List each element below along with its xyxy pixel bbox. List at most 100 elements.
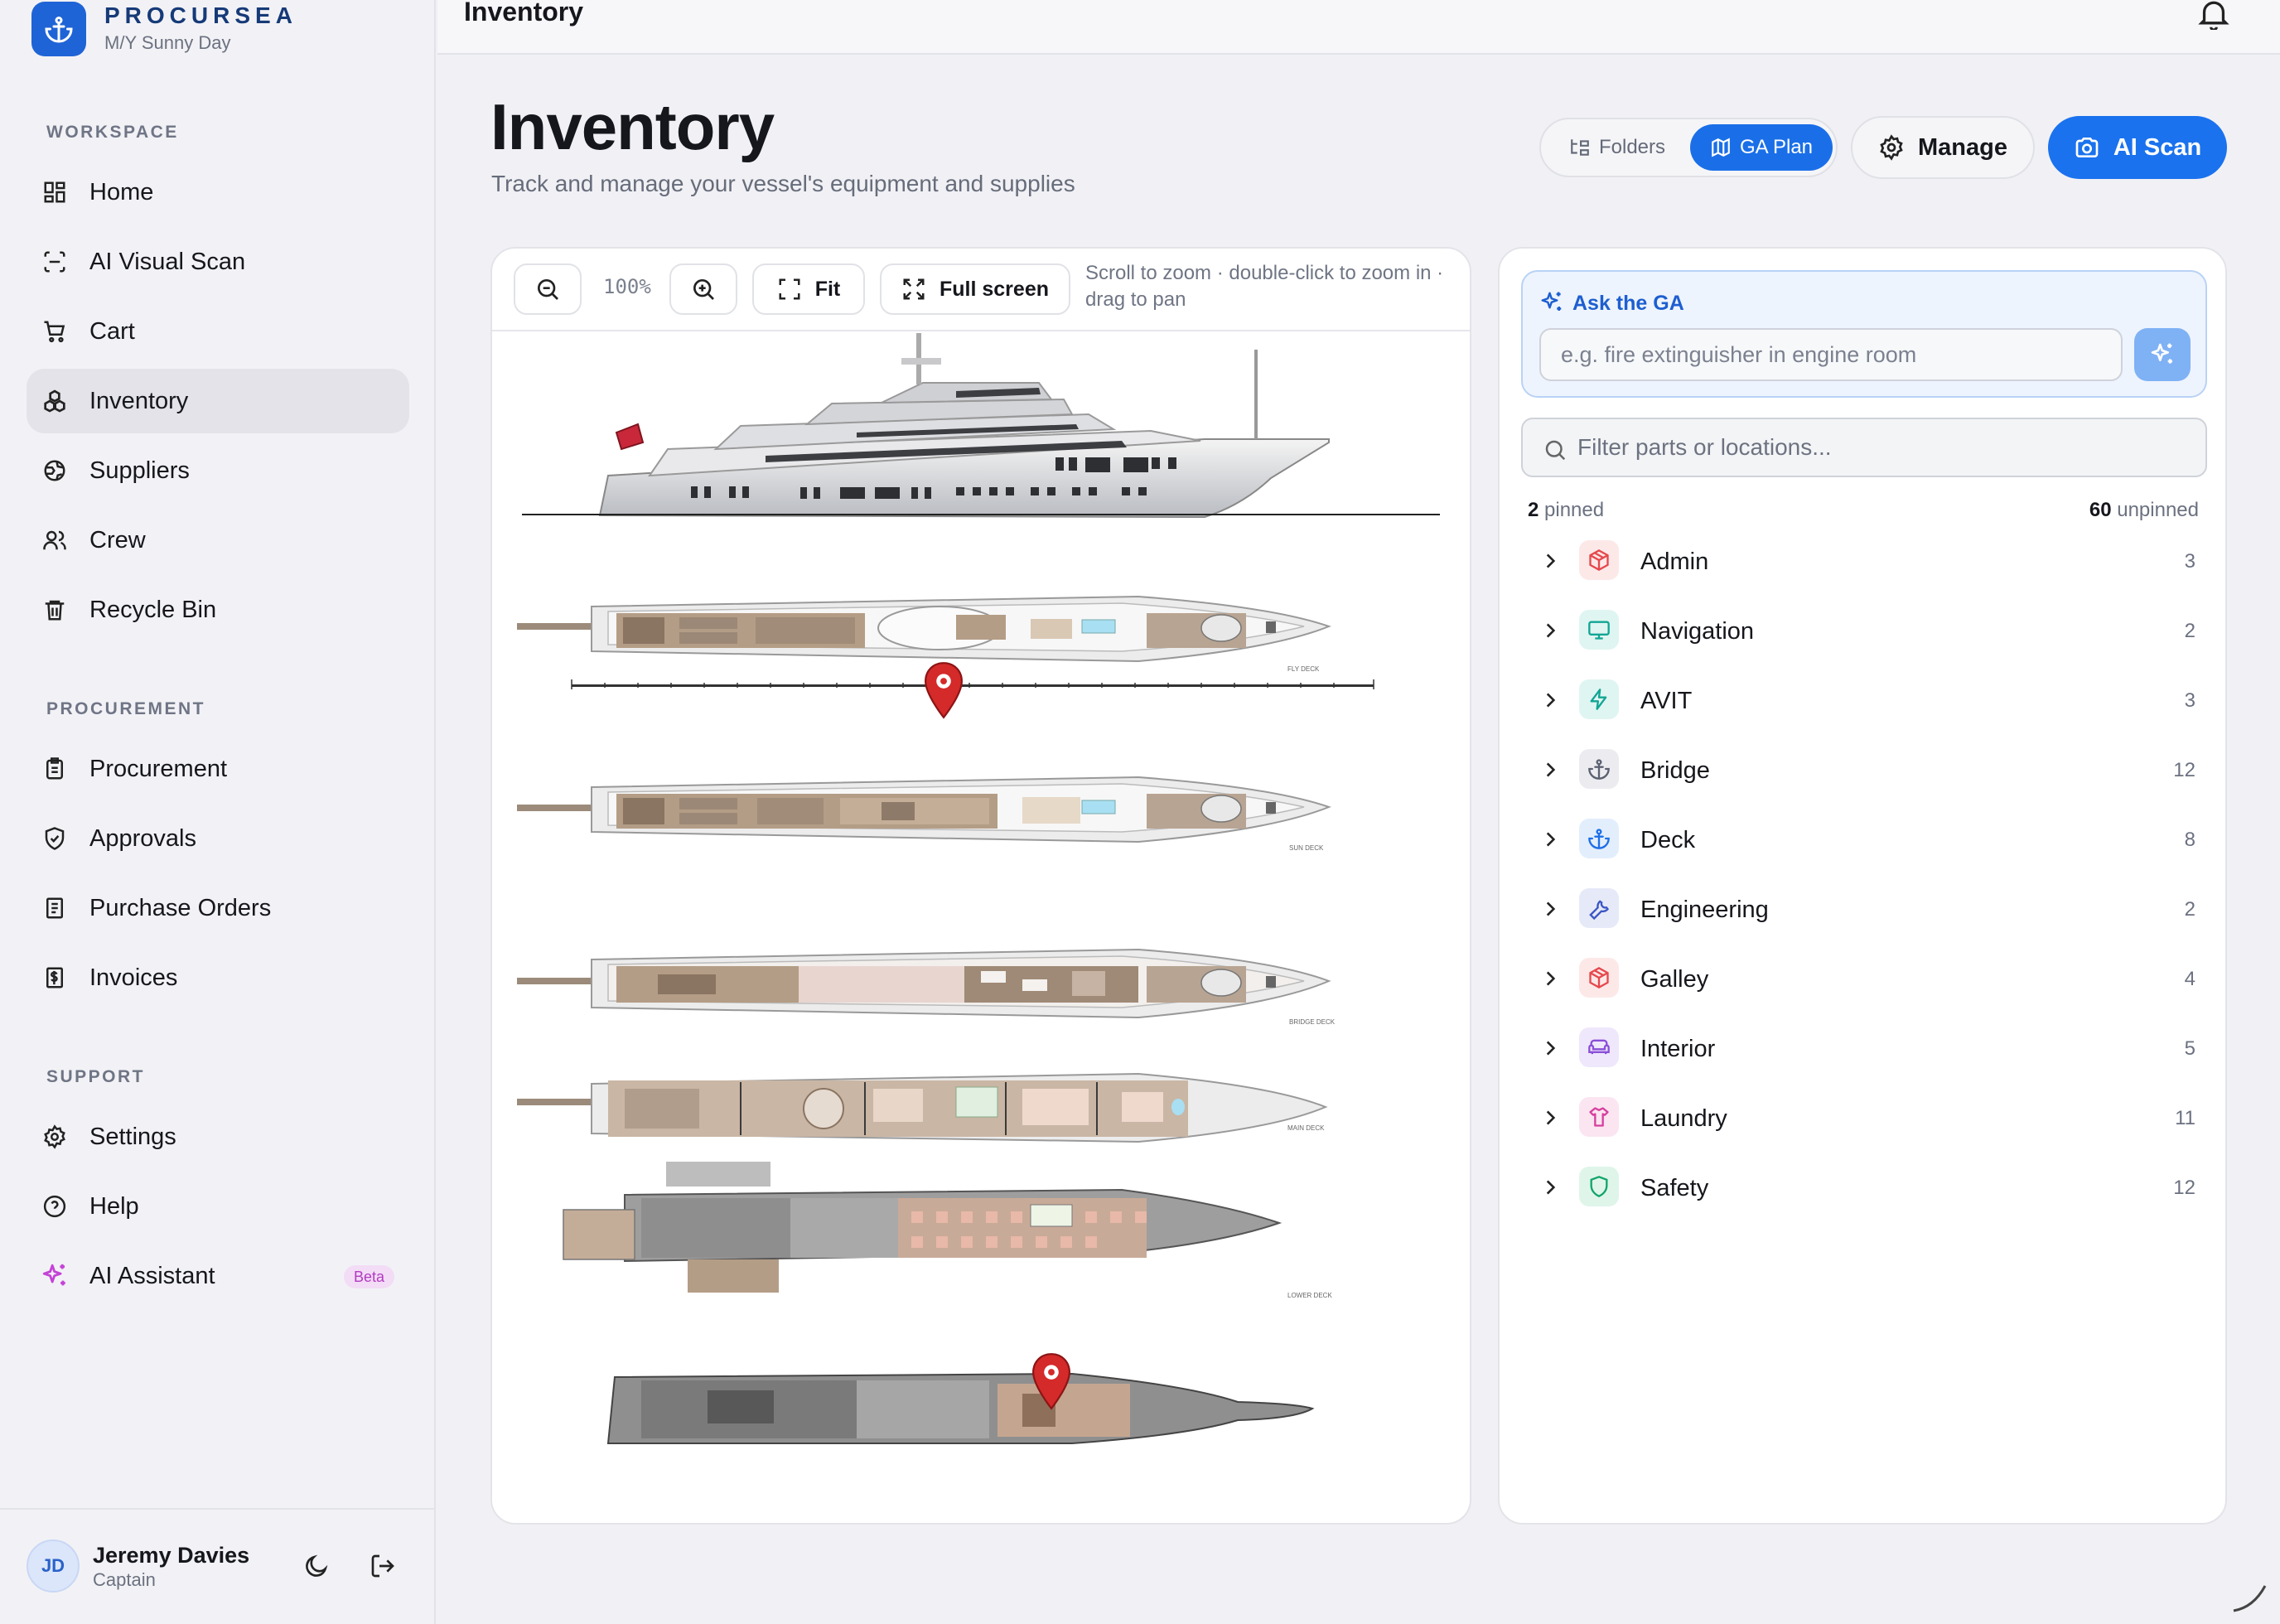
sidebar-item-home[interactable]: Home bbox=[27, 160, 409, 225]
beta-badge: Beta bbox=[343, 1265, 394, 1288]
category-row-safety[interactable]: Safety 12 bbox=[1521, 1153, 2207, 1223]
sidebar-item-approvals[interactable]: Approvals bbox=[27, 806, 409, 871]
category-name: AVIT bbox=[1640, 688, 1693, 714]
topbar: Inventory bbox=[437, 0, 2280, 55]
category-row-interior[interactable]: Interior 5 bbox=[1521, 1014, 2207, 1084]
ga-plan-canvas[interactable]: FLY DECK SUN DECK BRIDGE DECK MAIN DECK … bbox=[492, 333, 1470, 1523]
sidebar-item-ai-visual-scan[interactable]: AI Visual Scan bbox=[27, 230, 409, 294]
category-row-bridge[interactable]: Bridge 12 bbox=[1521, 736, 2207, 805]
sidebar-item-cart[interactable]: Cart bbox=[27, 299, 409, 364]
tab-ga-plan[interactable]: GA Plan bbox=[1690, 124, 1833, 171]
fit-button[interactable]: Fit bbox=[752, 263, 865, 315]
sidebar-item-label: AI Assistant bbox=[89, 1262, 215, 1289]
logout-icon[interactable] bbox=[366, 1549, 399, 1583]
camera-icon bbox=[2075, 138, 2099, 157]
sparkle-icon bbox=[40, 1261, 70, 1291]
zoom-in-icon bbox=[693, 279, 714, 300]
sidebar-item-suppliers[interactable]: Suppliers bbox=[27, 438, 409, 503]
category-row-admin[interactable]: Admin 3 bbox=[1521, 527, 2207, 597]
sidebar-item-label: Help bbox=[89, 1192, 139, 1220]
chevron-right-icon[interactable] bbox=[1539, 759, 1561, 781]
ask-input[interactable] bbox=[1539, 328, 2123, 381]
scale-bar bbox=[571, 679, 1374, 689]
anchor-icon bbox=[1579, 749, 1619, 789]
zoom-out-button[interactable] bbox=[514, 263, 582, 315]
user-role: Captain bbox=[93, 1569, 156, 1590]
avatar[interactable]: JD bbox=[27, 1539, 80, 1593]
category-row-engineering[interactable]: Engineering 2 bbox=[1521, 875, 2207, 945]
map-toolbar: 100% Fit Full screen Scroll to zoom · do… bbox=[492, 249, 1470, 331]
zoom-out-icon bbox=[538, 279, 558, 300]
filter-input[interactable] bbox=[1577, 419, 2191, 476]
location-pin[interactable] bbox=[921, 661, 966, 719]
chevron-right-icon[interactable] bbox=[1539, 550, 1561, 572]
sidebar-item-label: Purchase Orders bbox=[89, 894, 272, 921]
sidebar-item-invoices[interactable]: Invoices bbox=[27, 945, 409, 1010]
location-pin[interactable] bbox=[1029, 1352, 1074, 1410]
sidebar-item-inventory[interactable]: Inventory bbox=[27, 369, 409, 433]
category-row-laundry[interactable]: Laundry 11 bbox=[1521, 1084, 2207, 1153]
category-count: 4 bbox=[2184, 968, 2195, 990]
ask-the-ga: Ask the GA bbox=[1521, 270, 2207, 398]
brand[interactable]: PROCURSEA M/Y Sunny Day bbox=[31, 0, 297, 56]
sidebar-item-procurement[interactable]: Procurement bbox=[27, 737, 409, 801]
ai-scan-label: AI Scan bbox=[2113, 133, 2202, 161]
bell-icon[interactable] bbox=[2197, 0, 2234, 33]
fly-deck-plan bbox=[517, 595, 1331, 663]
lower-deck-plan bbox=[563, 1162, 1282, 1293]
sidebar-item-purchase-orders[interactable]: Purchase Orders bbox=[27, 876, 409, 940]
deck-label: SUN DECK bbox=[1289, 844, 1324, 852]
chevron-right-icon[interactable] bbox=[1539, 1107, 1561, 1129]
sidebar-item-label: Crew bbox=[89, 526, 146, 553]
view-toggle: Folders GA Plan bbox=[1539, 118, 1838, 177]
pinned-label: pinned bbox=[1544, 499, 1605, 521]
sidebar-item-help[interactable]: Help bbox=[27, 1174, 409, 1239]
sun-deck-plan bbox=[517, 776, 1331, 843]
ai-scan-button[interactable]: AI Scan bbox=[2048, 116, 2227, 179]
zoom-in-button[interactable] bbox=[669, 263, 737, 315]
category-count: 11 bbox=[2175, 1107, 2195, 1129]
manage-button[interactable]: Manage bbox=[1851, 116, 2035, 179]
chevron-right-icon[interactable] bbox=[1539, 620, 1561, 641]
scan-icon bbox=[40, 247, 70, 277]
deck-label: LOWER DECK bbox=[1287, 1292, 1332, 1299]
category-row-galley[interactable]: Galley 4 bbox=[1521, 945, 2207, 1014]
vessel-name: M/Y Sunny Day bbox=[104, 32, 231, 53]
moon-icon[interactable] bbox=[300, 1549, 333, 1583]
ask-submit-button[interactable] bbox=[2134, 328, 2191, 381]
category-count: 5 bbox=[2184, 1037, 2195, 1060]
category-row-avit[interactable]: AVIT 3 bbox=[1521, 666, 2207, 736]
chevron-right-icon[interactable] bbox=[1539, 829, 1561, 850]
category-name: Deck bbox=[1640, 827, 1696, 853]
chevron-right-icon[interactable] bbox=[1539, 1037, 1561, 1059]
unpinned-label: unpinned bbox=[2117, 499, 2199, 521]
sidebar-item-settings[interactable]: Settings bbox=[27, 1104, 409, 1169]
chevron-right-icon[interactable] bbox=[1539, 968, 1561, 989]
clipboard-icon bbox=[40, 754, 70, 784]
category-count: 8 bbox=[2184, 829, 2195, 851]
search-icon bbox=[1545, 440, 1566, 461]
shield-check-icon bbox=[40, 824, 70, 853]
category-name: Engineering bbox=[1640, 897, 1769, 923]
chevron-right-icon[interactable] bbox=[1539, 898, 1561, 920]
sidebar-item-ai-assistant[interactable]: AI Assistant Beta bbox=[27, 1244, 409, 1308]
chevron-right-icon[interactable] bbox=[1539, 689, 1561, 711]
deck-label: FLY DECK bbox=[1287, 665, 1320, 673]
chevron-right-icon[interactable] bbox=[1539, 1177, 1561, 1198]
fullscreen-button[interactable]: Full screen bbox=[880, 263, 1070, 315]
monitor-icon bbox=[1579, 610, 1619, 650]
ask-title: Ask the GA bbox=[1572, 292, 1684, 315]
map-icon bbox=[1712, 138, 1730, 157]
category-name: Bridge bbox=[1640, 757, 1710, 784]
anchor-icon bbox=[1579, 819, 1619, 858]
category-row-navigation[interactable]: Navigation 2 bbox=[1521, 597, 2207, 666]
trash-icon bbox=[40, 595, 70, 625]
tab-folders-label: Folders bbox=[1598, 136, 1666, 158]
sidebar-item-recycle-bin[interactable]: Recycle Bin bbox=[27, 578, 409, 642]
shield-icon bbox=[1579, 1167, 1619, 1206]
tab-folders[interactable]: Folders bbox=[1546, 124, 1688, 171]
sidebar-item-crew[interactable]: Crew bbox=[27, 508, 409, 573]
user-bar: JD Jeremy Davies Captain bbox=[0, 1508, 436, 1624]
category-row-deck[interactable]: Deck 8 bbox=[1521, 805, 2207, 875]
tab-ga-plan-label: GA Plan bbox=[1739, 136, 1814, 158]
